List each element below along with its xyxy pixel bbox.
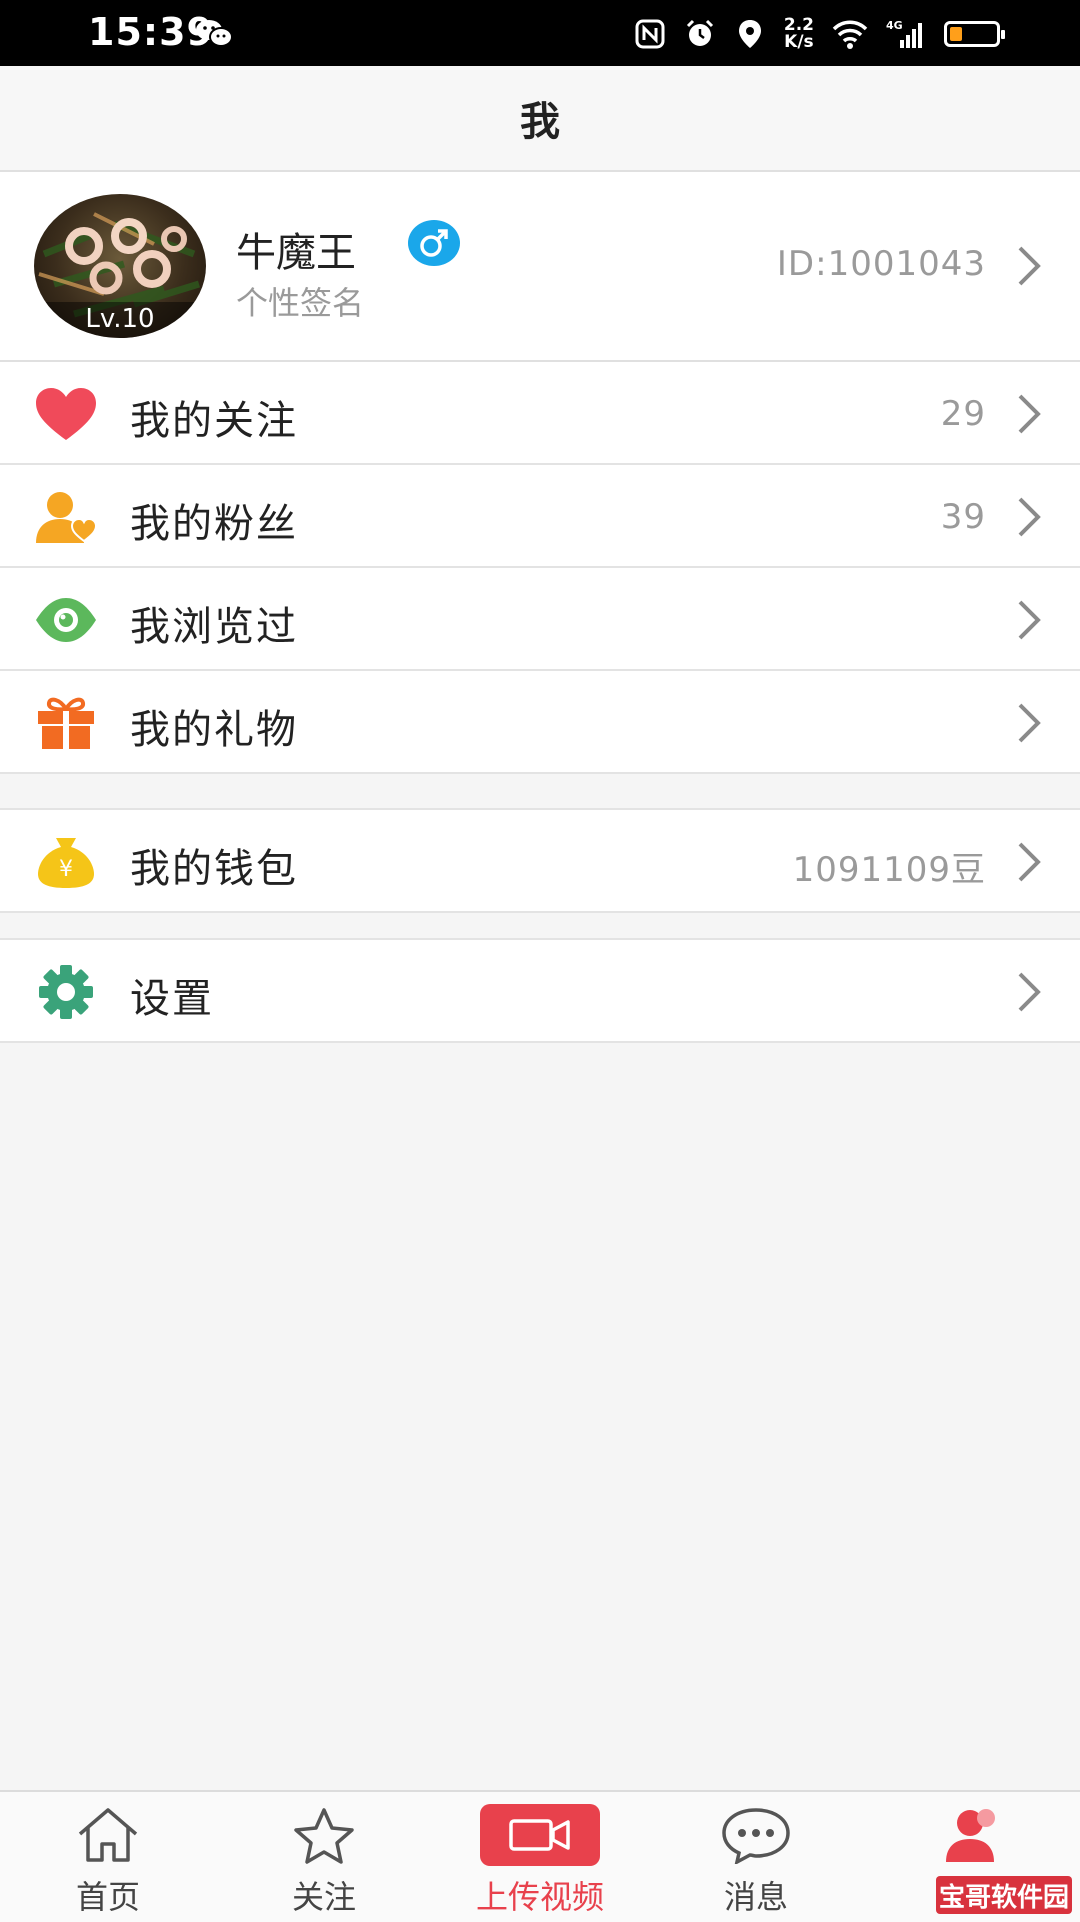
menu-label: 设置: [130, 976, 214, 1022]
alarm-icon: [686, 19, 713, 46]
menu-label: 我的关注: [130, 398, 298, 444]
wifi-icon: [832, 20, 868, 49]
eye-icon: [36, 598, 96, 642]
menu-label: 我的粉丝: [130, 501, 298, 547]
menu-item-settings[interactable]: 设置: [0, 940, 1080, 1043]
wechat-notification-icon: [196, 20, 233, 47]
tab-home[interactable]: 首页: [0, 1792, 216, 1922]
menu-item-gifts[interactable]: 我的礼物: [0, 671, 1080, 774]
fans-count: 39: [940, 497, 986, 537]
menu-label: 我的钱包: [130, 846, 298, 892]
menu-label: 我浏览过: [130, 604, 298, 650]
tab-following[interactable]: 关注: [216, 1792, 432, 1922]
menu-item-wallet[interactable]: ¥ 我的钱包 1091109豆: [0, 810, 1080, 913]
nav-bar: 我: [0, 66, 1080, 172]
svg-text:¥: ¥: [59, 857, 73, 882]
message-icon: [722, 1808, 790, 1864]
user-signature: 个性签名: [236, 284, 365, 322]
chevron-right-icon: [1018, 394, 1041, 434]
level-badge: Lv.10: [34, 302, 206, 338]
chevron-right-icon: [1018, 703, 1041, 743]
upload-video-button[interactable]: [480, 1804, 600, 1866]
nfc-icon: [635, 19, 665, 49]
status-bar: 15:39 2.2 K/s 4G: [0, 0, 1080, 66]
battery-level: [950, 27, 962, 41]
video-camera-icon: [509, 1819, 570, 1851]
star-icon: [294, 1808, 354, 1864]
tab-messages[interactable]: 消息: [648, 1792, 864, 1922]
profile-card[interactable]: Lv.10 牛魔王 个性签名 ID:1001043: [0, 172, 1080, 362]
chevron-right-icon: [1018, 497, 1041, 537]
watermark: 宝哥软件园: [936, 1876, 1072, 1914]
status-icons: 2.2 K/s 4G: [634, 14, 1005, 54]
username: 牛魔王: [236, 230, 356, 276]
wallet-balance: 1091109豆: [792, 850, 986, 890]
menu-group-social: 我的关注 29 我的粉丝 39 我浏览过 我的礼物: [0, 362, 1080, 774]
user-id: ID:1001043: [776, 244, 986, 284]
chevron-right-icon: [1018, 972, 1041, 1012]
user-icon: [946, 1809, 995, 1862]
tab-label: 上传视频: [475, 1878, 604, 1916]
menu-item-following[interactable]: 我的关注 29: [0, 362, 1080, 465]
following-count: 29: [940, 394, 986, 434]
menu-group-wallet: ¥ 我的钱包 1091109豆: [0, 808, 1080, 913]
home-icon: [78, 1808, 138, 1862]
page-title: 我: [520, 99, 560, 145]
fans-icon: [36, 492, 98, 543]
male-gender-icon: [408, 220, 460, 266]
heart-icon: [36, 388, 96, 440]
menu-item-fans[interactable]: 我的粉丝 39: [0, 465, 1080, 568]
chevron-right-icon: [1018, 842, 1041, 882]
net-speed-unit: K/s: [784, 32, 814, 52]
money-bag-icon: ¥: [38, 838, 94, 888]
gift-icon: [38, 697, 94, 749]
network-speed: 2.2 K/s: [784, 17, 814, 51]
menu-label: 我的礼物: [130, 707, 298, 753]
menu-group-settings: 设置: [0, 938, 1080, 1043]
bottom-tab-bar: 首页 关注 上传视频 消息 我的: [0, 1790, 1080, 1922]
tab-label: 关注: [291, 1878, 356, 1916]
location-icon: [738, 20, 761, 48]
tab-label: 消息: [723, 1878, 788, 1916]
chevron-right-icon: [1018, 246, 1041, 286]
tab-upload-video[interactable]: 上传视频: [432, 1792, 648, 1922]
gear-icon: [39, 965, 93, 1019]
chevron-right-icon: [1018, 600, 1041, 640]
tab-label: 首页: [75, 1878, 140, 1916]
battery-icon: [944, 21, 1005, 47]
network-type-label: 4G: [886, 19, 903, 32]
menu-item-history[interactable]: 我浏览过: [0, 568, 1080, 671]
cellular-signal-icon: 4G: [886, 19, 922, 48]
avatar[interactable]: Lv.10: [34, 194, 206, 338]
